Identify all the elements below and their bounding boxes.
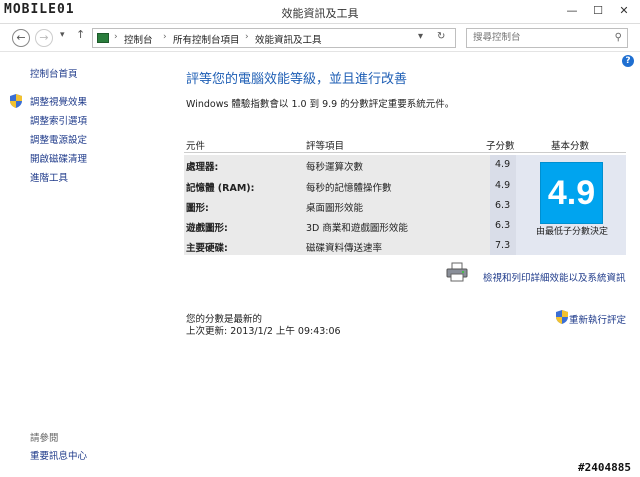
breadcrumb-control-panel[interactable]: 控制台 xyxy=(124,32,153,46)
breadcrumb-performance[interactable]: 效能資訊及工具 xyxy=(255,32,322,46)
refresh-button[interactable]: ↻ xyxy=(437,31,445,42)
sidebar-item-power-settings[interactable]: 調整電源設定 xyxy=(30,132,87,146)
window-title: 效能資訊及工具 xyxy=(281,7,359,20)
sidebar-item-control-panel-home[interactable]: 控制台首頁 xyxy=(30,66,78,80)
title-bar: MOBILE01 效能資訊及工具 — ☐ ✕ xyxy=(0,0,640,24)
breadcrumb-all-items[interactable]: 所有控制台項目 xyxy=(173,32,240,46)
minimize-button[interactable]: — xyxy=(560,3,584,19)
address-dropdown-icon[interactable]: ▾ xyxy=(418,31,423,42)
printer-icon xyxy=(446,262,468,282)
column-header-base-score: 基本分數 xyxy=(551,141,590,152)
page-title: 評等您的電腦效能等級，並且進行改善 xyxy=(186,72,408,87)
search-icon[interactable]: ⚲ xyxy=(615,32,622,43)
row-rating-item: 每秒運算次數 xyxy=(306,162,364,173)
row-subscore: 4.9 xyxy=(495,159,511,170)
navigation-bar: ← → ▾ ↑ › 控制台 › 所有控制台項目 › 效能資訊及工具 ▾ ↻ ⚲ xyxy=(0,24,640,52)
row-subscore: 4.9 xyxy=(495,180,511,191)
breadcrumb-separator-icon: › xyxy=(245,32,249,42)
search-input[interactable] xyxy=(473,32,603,43)
base-score-tile: 4.9 xyxy=(540,162,603,224)
maximize-button[interactable]: ☐ xyxy=(586,3,610,19)
control-panel-icon xyxy=(97,33,109,43)
row-component: 主要硬碟: xyxy=(186,243,228,254)
row-subscore: 6.3 xyxy=(495,220,511,231)
forward-button[interactable]: → xyxy=(35,29,53,47)
row-rating-item: 磁碟資料傳送速率 xyxy=(306,243,383,254)
row-subscore: 6.3 xyxy=(495,200,511,211)
breadcrumb-separator-icon: › xyxy=(163,32,167,42)
row-component: 處理器: xyxy=(186,162,219,173)
sidebar-item-action-center[interactable]: 重要訊息中心 xyxy=(30,448,87,462)
recent-locations-dropdown[interactable]: ▾ xyxy=(60,30,65,40)
column-header-rating-item: 評等項目 xyxy=(306,141,345,152)
column-header-subscore: 子分數 xyxy=(486,141,515,152)
view-print-details-link[interactable]: 檢視和列印詳細效能以及系統資訊 xyxy=(483,270,626,284)
rerun-assessment-link[interactable]: 重新執行評定 xyxy=(569,312,626,326)
row-rating-item: 3D 商業和遊戲圖形效能 xyxy=(306,223,408,234)
sidebar-item-visual-effects[interactable]: 調整視覺效果 xyxy=(30,94,87,108)
header-divider xyxy=(184,152,626,153)
row-component: 記憶體 (RAM): xyxy=(186,183,255,194)
row-rating-item: 桌面圖形效能 xyxy=(306,203,364,214)
row-subscore: 7.3 xyxy=(495,240,511,251)
close-button[interactable]: ✕ xyxy=(612,3,636,19)
breadcrumb-separator-icon: › xyxy=(114,32,118,42)
help-icon[interactable]: ? xyxy=(622,55,634,67)
uac-shield-icon xyxy=(556,310,568,324)
last-update-timestamp: 上次更新: 2013/1/2 上午 09:43:06 xyxy=(186,326,341,337)
uac-shield-icon xyxy=(10,94,22,108)
address-bar[interactable]: › 控制台 › 所有控制台項目 › 效能資訊及工具 ▾ ↻ xyxy=(92,28,456,48)
sidebar-item-advanced-tools[interactable]: 進階工具 xyxy=(30,170,68,184)
sidebar-item-indexing-options[interactable]: 調整索引選項 xyxy=(30,113,87,127)
row-component: 遊戲圖形: xyxy=(186,223,228,234)
page-description: Windows 體驗指數會以 1.0 到 9.9 的分數評定重要系統元件。 xyxy=(186,99,455,110)
see-also-heading: 請參閱 xyxy=(30,433,59,444)
up-button[interactable]: ↑ xyxy=(76,28,85,41)
base-score-caption: 由最低子分數決定 xyxy=(535,227,608,237)
back-button[interactable]: ← xyxy=(12,29,30,47)
watermark-id: #2404885 xyxy=(578,461,631,474)
search-box[interactable]: ⚲ xyxy=(466,28,628,48)
row-rating-item: 每秒的記憶體操作數 xyxy=(306,183,392,194)
row-component: 圖形: xyxy=(186,203,209,214)
sidebar-item-disk-cleanup[interactable]: 開啟磁碟清理 xyxy=(30,151,87,165)
column-header-component: 元件 xyxy=(186,141,206,152)
